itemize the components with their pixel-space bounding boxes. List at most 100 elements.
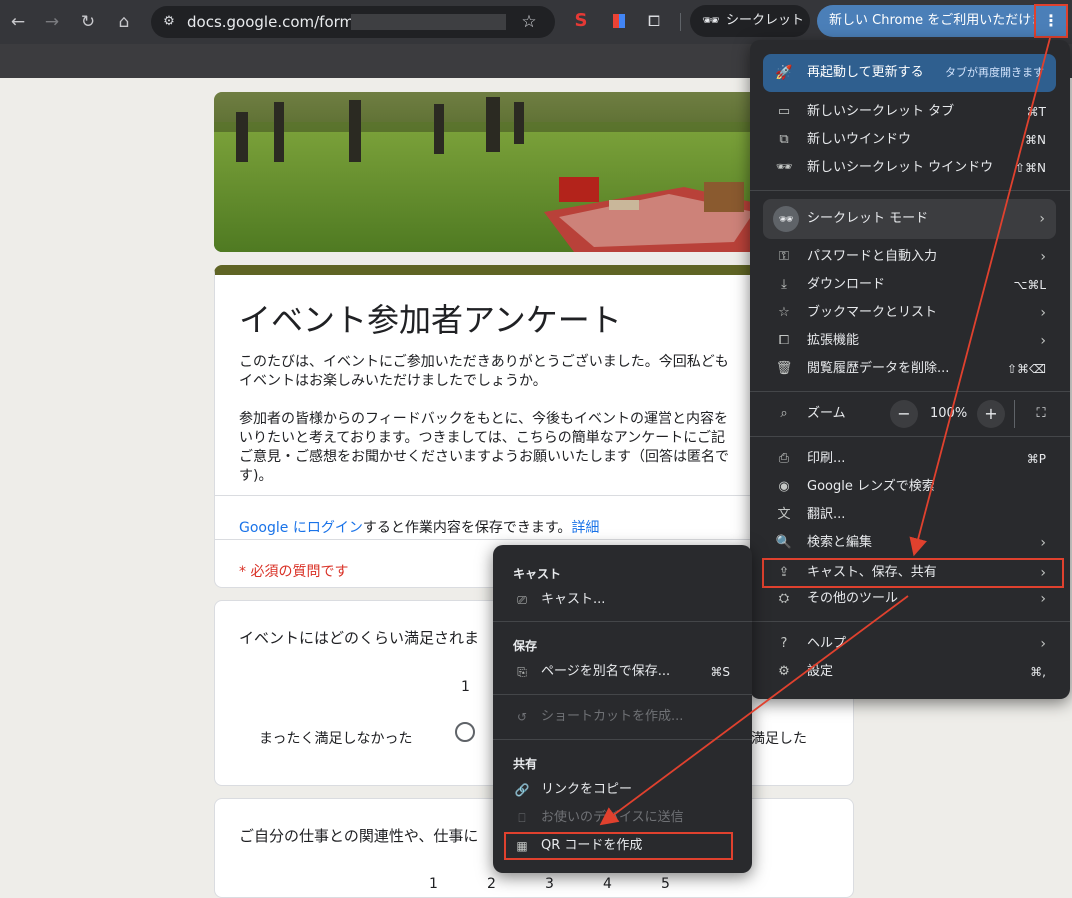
link-icon: 🔗: [514, 783, 530, 797]
cast-icon: ⎚: [517, 593, 527, 607]
section-heading-save: 保存: [513, 639, 538, 653]
menu-item-passwords[interactable]: ⚿ パスワードと自動入力 ›: [750, 243, 1070, 271]
chevron-right-icon: ›: [1039, 211, 1045, 227]
zoom-in-button[interactable]: +: [977, 400, 1005, 428]
scale-number: 1: [429, 876, 438, 892]
download-icon: ⤓: [781, 277, 787, 292]
menu-item-bookmarks[interactable]: ☆ ブックマークとリスト ›: [750, 299, 1070, 327]
extension-icon: ⧠: [778, 333, 790, 348]
submenu-item-cast[interactable]: ⎚ キャスト...: [493, 586, 752, 614]
incognito-window-icon: 🕶: [775, 160, 793, 175]
kebab-menu-icon: ⋮: [1043, 11, 1059, 30]
site-info-icon[interactable]: ⚙: [160, 13, 178, 31]
section-heading-cast: キャスト: [513, 567, 562, 581]
form-title: イベント参加者アンケート: [239, 301, 622, 339]
chrome-menu-button[interactable]: ⋮: [1034, 4, 1068, 38]
zoom-icon: ⌕: [780, 406, 788, 421]
incognito-icon: 🕶: [702, 13, 720, 29]
menu-item-new-incognito-window[interactable]: 🕶 新しいシークレット ウインドウ ⇧⌘N: [750, 154, 1070, 182]
menu-separator: [750, 436, 1070, 437]
form-header-image: [214, 92, 774, 252]
submenu-separator: [493, 739, 752, 740]
bookmark-star-icon[interactable]: ☆: [519, 12, 539, 32]
cast-save-share-submenu: キャスト ⎚ キャスト... 保存 ⎘ ページを別名で保存... ⌘S ↺ ショ…: [493, 545, 752, 873]
menu-item-help[interactable]: ? ヘルプ ›: [750, 630, 1070, 658]
submenu-item-copy-link[interactable]: 🔗 リンクをコピー: [493, 776, 752, 804]
rocket-icon: 🚀: [775, 65, 793, 81]
card-divider: [215, 539, 773, 540]
zoom-level: 100%: [930, 406, 968, 421]
more-tools-icon: ⛭: [778, 591, 790, 606]
menu-item-clear-browsing-data[interactable]: 🗑 閲覧履歴データを削除... ⇧⌘⌫: [750, 355, 1070, 383]
zoom-out-button[interactable]: −: [890, 400, 918, 428]
address-bar[interactable]: ⚙ docs.google.com/forms/c ☆: [151, 6, 555, 38]
print-icon: ⎙: [778, 451, 790, 466]
chevron-right-icon: ›: [1040, 305, 1046, 321]
card-divider: [215, 495, 773, 496]
star-icon: ☆: [778, 305, 790, 320]
submenu-item-create-shortcut: ↺ ショートカットを作成...: [493, 703, 752, 731]
forward-icon[interactable]: →: [40, 10, 64, 34]
redacted-url: [351, 14, 506, 30]
scale-number: 3: [545, 876, 554, 892]
menu-separator: [750, 621, 1070, 622]
save-page-icon: ⎘: [517, 665, 527, 679]
chevron-right-icon: ›: [1040, 591, 1046, 607]
relaunch-update-item[interactable]: 🚀 再起動して更新する タブが再度開きます: [763, 54, 1056, 92]
url-text[interactable]: docs.google.com/forms/c: [187, 6, 375, 38]
chevron-right-icon: ›: [1040, 636, 1046, 652]
menu-item-settings[interactable]: ⚙ 設定 ⌘,: [750, 658, 1070, 686]
scale-high-label: 満足した: [751, 731, 807, 747]
toolbar-divider: [680, 13, 681, 31]
update-chrome-chip[interactable]: 新しい Chrome をご利用いただけます: [817, 5, 1041, 37]
menu-item-new-incognito-tab[interactable]: ▭ 新しいシークレット タブ ⌘T: [750, 98, 1070, 126]
fullscreen-icon[interactable]: ⛶: [1031, 400, 1051, 428]
menu-separator: [750, 190, 1070, 191]
menu-item-google-lens[interactable]: ◉ Google レンズで検索: [750, 473, 1070, 501]
shortcut-icon: ↺: [516, 710, 528, 724]
zoom-divider: [1014, 400, 1015, 428]
reload-icon[interactable]: ↻: [76, 10, 100, 34]
scale-number: 4: [603, 876, 612, 892]
incognito-avatar-icon: 🕶: [773, 206, 799, 232]
menu-separator: [750, 391, 1070, 392]
back-icon[interactable]: ←: [6, 10, 30, 34]
scale-number: 1: [461, 679, 470, 695]
highlight-box-qr-code: [504, 832, 733, 860]
help-icon: ?: [780, 636, 788, 651]
devices-icon: ⎕: [518, 811, 526, 825]
key-icon: ⚿: [779, 249, 789, 264]
form-title-card: イベント参加者アンケート このたびは、イベントにご参加いただきありがとうございま…: [214, 265, 774, 588]
login-link[interactable]: Google にログイン: [239, 520, 363, 536]
menu-item-find-edit[interactable]: 🔍 検索と編集 ›: [750, 529, 1070, 557]
question-title: ご自分の仕事との関連性や、仕事に: [239, 827, 479, 845]
menu-item-downloads[interactable]: ⤓ ダウンロード ⌥⌘L: [750, 271, 1070, 299]
flag-extension-icon[interactable]: [607, 10, 629, 32]
menu-item-more-tools[interactable]: ⛭ その他のツール ›: [750, 585, 1070, 613]
menu-item-translate[interactable]: 文 翻訳...: [750, 501, 1070, 529]
required-note: * 必須の質問です: [239, 564, 349, 580]
incognito-chip[interactable]: 🕶 シークレット: [690, 5, 810, 37]
menu-item-extensions[interactable]: ⧠ 拡張機能 ›: [750, 327, 1070, 355]
google-lens-icon: ◉: [778, 479, 790, 494]
chevron-right-icon: ›: [1040, 333, 1046, 349]
browser-toolbar: ← → ↻ ⌂ ⚙ docs.google.com/forms/c ☆ S ⧠ …: [0, 0, 1072, 44]
menu-item-print[interactable]: ⎙ 印刷... ⌘P: [750, 445, 1070, 473]
question-title: イベントにはどのくらい満足されま: [239, 629, 480, 647]
chrome-main-menu: 🚀 再起動して更新する タブが再度開きます ▭ 新しいシークレット タブ ⌘T …: [750, 40, 1070, 699]
scale-radio-1[interactable]: [455, 722, 475, 742]
trash-icon: 🗑: [775, 361, 793, 376]
scale-number: 2: [487, 876, 496, 892]
menu-item-new-window[interactable]: ⧉ 新しいウインドウ ⌘N: [750, 126, 1070, 154]
find-edit-icon: 🔍: [775, 535, 793, 550]
details-link[interactable]: 詳細: [571, 520, 599, 536]
scale-low-label: まったく満足しなかった: [259, 731, 413, 747]
submenu-item-save-page-as[interactable]: ⎘ ページを別名で保存... ⌘S: [493, 658, 752, 686]
home-icon[interactable]: ⌂: [112, 10, 136, 34]
seo-extension-icon[interactable]: S: [570, 10, 592, 32]
submenu-separator: [493, 621, 752, 622]
scale-number: 5: [661, 876, 670, 892]
incognito-mode-item[interactable]: 🕶 シークレット モード ›: [763, 199, 1056, 239]
submenu-separator: [493, 694, 752, 695]
extensions-puzzle-icon[interactable]: ⧠: [643, 10, 665, 32]
